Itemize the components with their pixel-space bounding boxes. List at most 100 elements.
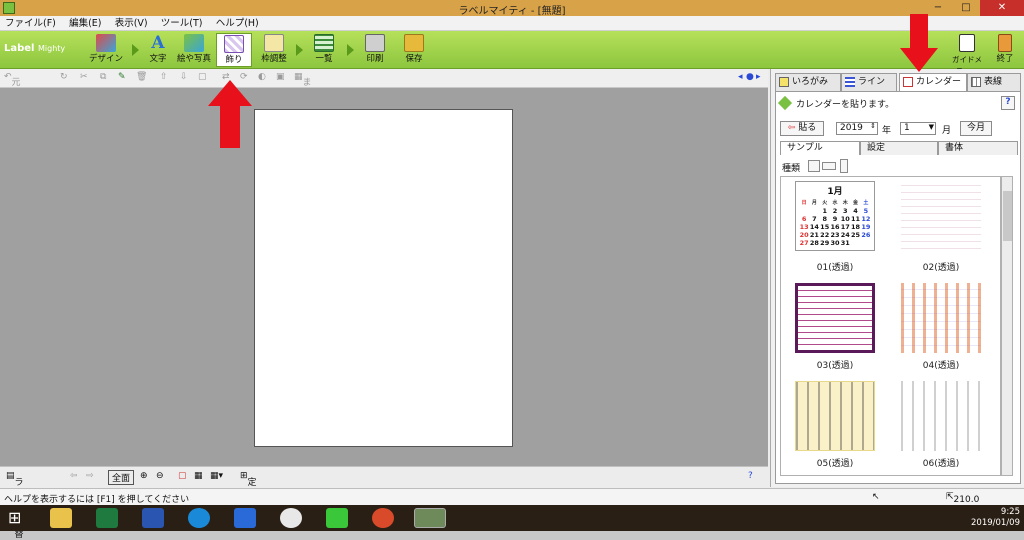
view-grid-icon[interactable]: ▦	[194, 471, 203, 481]
view-dropdown-icon[interactable]: ▦▾	[210, 471, 223, 481]
text-button[interactable]: A 文字	[140, 33, 176, 67]
label-switch-button[interactable]: ▤ ラベル切替	[6, 471, 24, 540]
type-month-button[interactable]	[808, 160, 820, 172]
paper-type[interactable]: ⊞ 定型 A4	[240, 471, 259, 511]
thumbnail-scrollbar[interactable]	[1001, 176, 1013, 476]
calendar-preview: 1月 日月火水木金土 1 2 3 4 5 6 7 8 9 10 11 12 13 14 15 16 17 18 19 2…	[795, 181, 875, 251]
fit-all-button[interactable]: 全面	[108, 470, 135, 485]
main-toolbar: Label Mighty デザイン A 文字 絵や写真 飾り 枠調整 一覧 印刷	[0, 31, 1024, 75]
explorer-icon[interactable]	[50, 508, 72, 528]
guide-menu-button[interactable]: ガイドメニュー	[950, 33, 984, 75]
tab-calendar[interactable]: カレンダー	[899, 73, 967, 92]
panel-right-arrow-icon[interactable]: ▸	[756, 72, 761, 82]
frame-adjust-button[interactable]: 枠調整	[256, 33, 292, 67]
zoom-out-icon[interactable]: ⊖	[156, 471, 164, 481]
send-back-icon[interactable]: ⇩	[180, 72, 188, 82]
mail-icon[interactable]	[234, 508, 256, 528]
line-icon	[845, 77, 855, 87]
windows-taskbar: ⊞ 9:25 2019/01/09	[0, 505, 1024, 531]
windows-start-icon[interactable]: ⊞	[8, 508, 30, 528]
menu-view[interactable]: 表示(V)	[110, 16, 153, 31]
calendar-weekday: 土	[863, 200, 869, 206]
print-button[interactable]: 印刷	[357, 33, 393, 67]
text-icon: A	[151, 33, 165, 53]
paper-size: ⇱ 210.0 × 297.0	[946, 492, 980, 525]
undo-button[interactable]: ↶ 元に戻す	[4, 72, 21, 127]
paint-icon[interactable]: ✎	[118, 72, 126, 82]
copy-icon[interactable]: ⧉	[100, 72, 106, 82]
menu-edit[interactable]: 編集(E)	[64, 16, 106, 31]
this-month-button[interactable]: 今月	[960, 121, 992, 136]
calendar-sample-06[interactable]: 06(透過)	[891, 377, 991, 472]
calendar-preview	[795, 283, 875, 353]
frame-icon[interactable]: ▣	[276, 72, 285, 82]
type-wide-button[interactable]	[822, 162, 836, 170]
calendar-sample-02[interactable]: 02(透過)	[891, 181, 991, 276]
layout-canvas[interactable]	[0, 88, 768, 466]
group-button[interactable]: ▦ まとめ(入力)	[294, 72, 315, 140]
tab-table[interactable]: 表線	[967, 73, 1021, 91]
cut-icon[interactable]: ✂	[80, 72, 88, 82]
next-arrow-icon[interactable]: ⇨	[86, 471, 94, 481]
redo-icon[interactable]: ↻	[60, 72, 68, 82]
calendar-weekday: 水	[832, 200, 838, 206]
system-tray-clock[interactable]: 9:25 2019/01/09	[930, 507, 1020, 529]
calendar-preview	[901, 185, 981, 255]
year-spinner[interactable]: 2019 ⇕	[836, 122, 878, 135]
design-button[interactable]: デザイン	[88, 33, 124, 67]
view-frame-icon[interactable]: ▢	[178, 471, 187, 481]
excel-icon[interactable]	[96, 508, 118, 528]
list-button[interactable]: 一覧	[306, 33, 342, 67]
ie-icon[interactable]	[188, 508, 210, 528]
close-button[interactable]: ✕	[980, 0, 1024, 16]
scrollbar-thumb[interactable]	[1003, 191, 1012, 241]
calendar-day: 15	[820, 223, 830, 231]
paste-button[interactable]: ⇦ 貼る	[780, 121, 824, 136]
calendar-icon	[903, 77, 913, 87]
app-logo: Label Mighty	[4, 43, 66, 54]
tab-line[interactable]: ライン	[841, 73, 897, 91]
subtab-sample[interactable]: サンプル	[780, 141, 860, 155]
panel-prompt: カレンダーを貼ります。	[796, 100, 895, 110]
type-tall-button[interactable]	[840, 159, 848, 173]
calendar-sample-03[interactable]: 03(透過)	[785, 279, 885, 374]
decoration-button[interactable]: 飾り	[216, 33, 252, 67]
panel-help-button[interactable]: ?	[1001, 96, 1015, 110]
folder-icon	[404, 34, 424, 52]
prev-arrow-icon[interactable]: ⇦	[70, 471, 78, 481]
word-icon[interactable]	[142, 508, 164, 528]
chrome-icon[interactable]	[372, 508, 394, 528]
save-button[interactable]: 保存	[396, 33, 432, 67]
delete-icon[interactable]: 🗑	[136, 72, 147, 82]
calendar-day: 4	[853, 207, 858, 215]
calendar-sample-04[interactable]: 04(透過)	[891, 279, 991, 374]
subtab-settings[interactable]: 設定	[860, 141, 938, 155]
calendar-sample-05[interactable]: 05(透過)	[785, 377, 885, 472]
clock-date: 2019/01/09	[971, 518, 1020, 528]
label-mighty-taskbar-icon[interactable]	[414, 508, 446, 528]
exit-button[interactable]: 終了	[990, 33, 1020, 67]
month-select[interactable]: 1 ▼	[900, 122, 936, 135]
app-icon-red[interactable]	[280, 508, 302, 528]
maximize-button[interactable]: □	[952, 0, 980, 16]
calendar-day: 30	[830, 239, 840, 247]
layer-icon[interactable]: ▢	[198, 72, 207, 82]
bring-front-icon[interactable]: ⇧	[160, 72, 168, 82]
zoom-in-icon[interactable]: ⊕	[140, 471, 148, 481]
panel-left-arrow-icon[interactable]: ◂	[738, 72, 743, 82]
picture-icon	[184, 34, 204, 52]
thumbnail-caption: 05(透過)	[816, 459, 854, 469]
menu-file[interactable]: ファイル(F)	[0, 16, 61, 31]
thumbnail-caption: 03(透過)	[816, 361, 854, 371]
menu-help[interactable]: ヘルプ(H)	[211, 16, 264, 31]
menu-tools[interactable]: ツール(T)	[156, 16, 208, 31]
tab-irogami[interactable]: いろがみ	[775, 73, 841, 91]
panel-toggle-icon[interactable]: ●	[746, 72, 754, 82]
label-paper[interactable]	[254, 109, 513, 447]
calendar-sample-01[interactable]: 1月 日月火水木金土 1 2 3 4 5 6 7 8 9 10 11 12 13 14 15 16 17 18 19 2…	[785, 181, 885, 276]
subtab-font[interactable]: 書体	[938, 141, 1018, 155]
picture-button[interactable]: 絵や写真	[176, 33, 212, 67]
fill-icon[interactable]: ◐	[258, 72, 266, 82]
help-icon[interactable]: ?	[748, 471, 753, 481]
line-app-icon[interactable]	[326, 508, 348, 528]
